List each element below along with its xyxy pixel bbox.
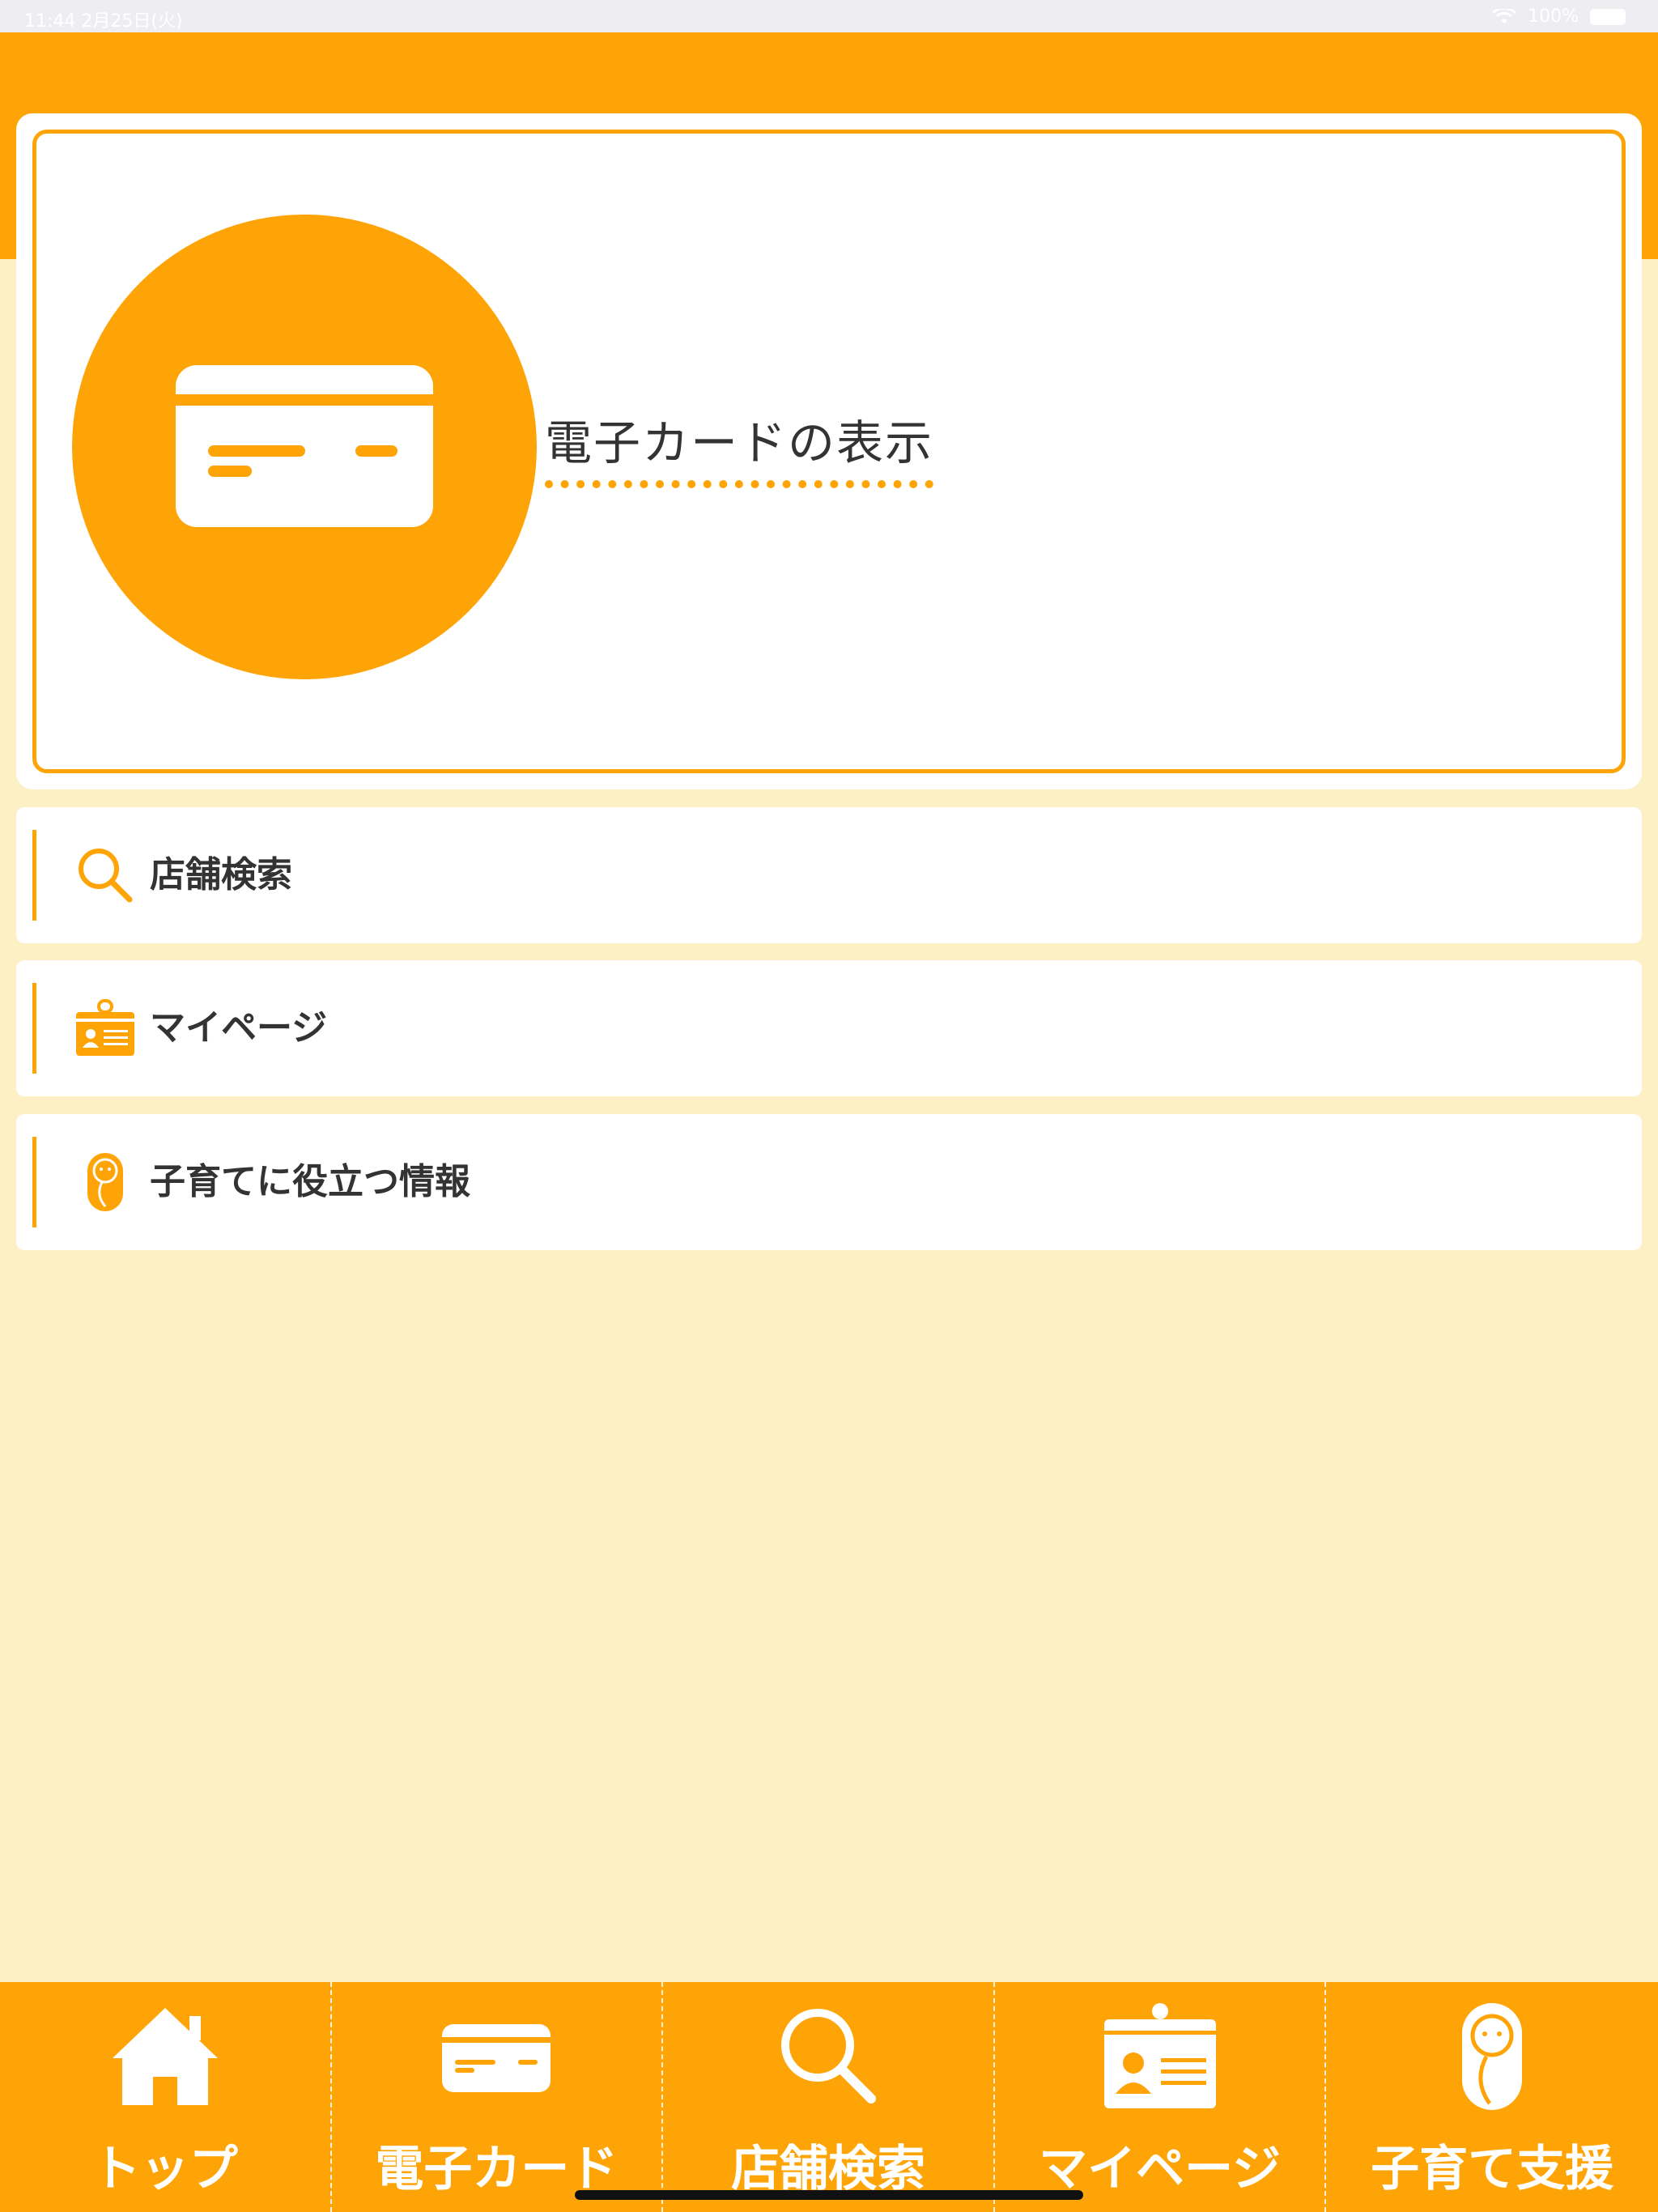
status-right: 100% bbox=[1492, 6, 1626, 27]
menu-store-search[interactable]: 店舗検索 bbox=[16, 807, 1642, 943]
tab-bar: トップ 電子カード 店舗検索 マイページ 子育て支援 bbox=[0, 1982, 1658, 2212]
tab-label: トップ bbox=[91, 2141, 238, 2197]
card-title: 電子カードの表示 bbox=[545, 415, 934, 488]
menu-label: 店舗検索 bbox=[150, 854, 292, 895]
battery-icon bbox=[1590, 8, 1626, 25]
menu-label: マイページ bbox=[150, 1007, 328, 1049]
tab-label: 電子カード bbox=[375, 2141, 619, 2197]
id-badge-icon bbox=[76, 999, 134, 1056]
tab-label: 子育て支援 bbox=[1371, 2141, 1614, 2197]
tab-label: マイページ bbox=[1039, 2141, 1281, 2197]
battery-percent: 100% bbox=[1528, 6, 1579, 27]
wifi-icon bbox=[1492, 8, 1517, 23]
tab-label: 店舗検索 bbox=[730, 2141, 925, 2197]
home-indicator bbox=[575, 2190, 1083, 2200]
credit-card-icon bbox=[176, 365, 433, 527]
search-icon bbox=[780, 2009, 876, 2104]
tab-parenting[interactable]: 子育て支援 bbox=[1326, 1982, 1658, 2212]
baby-icon bbox=[1462, 2003, 1523, 2110]
accent-bar bbox=[32, 830, 36, 921]
show-card-button[interactable]: 電子カードの表示 bbox=[32, 130, 1626, 773]
tab-my-page[interactable]: マイページ bbox=[995, 1982, 1327, 2212]
accent-bar bbox=[32, 983, 36, 1074]
credit-card-icon bbox=[442, 2024, 551, 2092]
search-icon bbox=[79, 849, 133, 903]
baby-icon bbox=[87, 1153, 123, 1211]
menu-parenting-info[interactable]: 子育てに役立つ情報 bbox=[16, 1114, 1642, 1250]
home-icon bbox=[112, 2008, 218, 2105]
tab-e-card[interactable]: 電子カード bbox=[332, 1982, 664, 2212]
menu-label: 子育てに役立つ情報 bbox=[150, 1161, 470, 1202]
tab-store-search[interactable]: 店舗検索 bbox=[663, 1982, 995, 2212]
menu-my-page[interactable]: マイページ bbox=[16, 960, 1642, 1096]
accent-bar bbox=[32, 1137, 36, 1227]
card-panel: 電子カードの表示 bbox=[16, 113, 1642, 789]
id-badge-icon bbox=[1103, 2003, 1216, 2108]
status-time: 11:44 2月25日(火) bbox=[24, 11, 183, 32]
tab-top[interactable]: トップ bbox=[0, 1982, 332, 2212]
card-circle bbox=[72, 215, 537, 679]
status-bar: 11:44 2月25日(火) 100% bbox=[0, 0, 1658, 32]
